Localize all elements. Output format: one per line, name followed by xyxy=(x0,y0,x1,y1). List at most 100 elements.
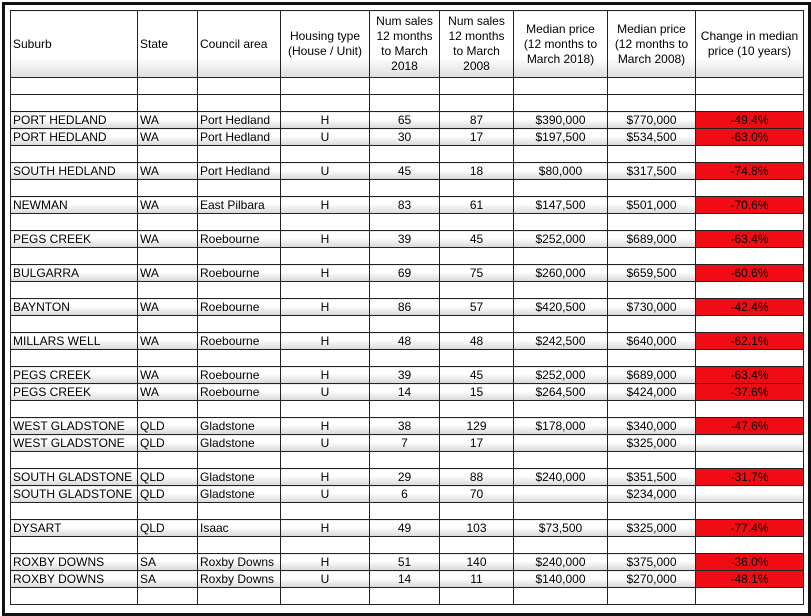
empty-cell xyxy=(10,587,138,605)
spacer-row xyxy=(10,179,804,197)
housing-type-cell: H xyxy=(280,366,370,384)
empty-cell xyxy=(280,77,370,95)
housing-type-cell: H xyxy=(280,332,370,350)
council-area-cell: Gladstone xyxy=(197,468,281,486)
housing-type-cell: H xyxy=(280,553,370,571)
empty-cell xyxy=(513,400,608,418)
empty-cell xyxy=(369,315,440,333)
column-header: Num sales 12 months to March 2018 xyxy=(369,10,440,78)
sales-2018-cell: 48 xyxy=(369,332,440,350)
empty-cell xyxy=(197,536,281,554)
empty-cell xyxy=(10,94,138,112)
table-row: MILLARS WELL WA Roebourne H 48 48 $242,500 $640… xyxy=(10,332,804,350)
empty-cell xyxy=(10,247,138,265)
change-cell: -48.1% xyxy=(695,570,804,588)
change-cell: -63.4% xyxy=(695,230,804,248)
empty-cell xyxy=(197,77,281,95)
suburb-cell: SOUTH GLADSTONE xyxy=(10,485,138,503)
empty-cell xyxy=(607,349,696,367)
sales-2018-cell: 6 xyxy=(369,485,440,503)
median-2018-cell: $264,500 xyxy=(513,383,608,401)
empty-cell xyxy=(10,451,138,469)
change-cell: -49.4% xyxy=(695,111,804,129)
change-cell: -31.7% xyxy=(695,468,804,486)
median-2018-cell: $420,500 xyxy=(513,298,608,316)
sales-2018-cell: 69 xyxy=(369,264,440,282)
change-cell: -74.8% xyxy=(695,162,804,180)
empty-cell xyxy=(137,536,198,554)
median-2008-cell: $689,000 xyxy=(607,230,696,248)
council-area-cell: Port Hedland xyxy=(197,162,281,180)
empty-cell xyxy=(137,400,198,418)
empty-cell xyxy=(369,179,440,197)
empty-cell xyxy=(439,77,514,95)
empty-cell xyxy=(695,536,804,554)
suburb-cell: ROXBY DOWNS xyxy=(10,553,138,571)
empty-cell xyxy=(439,536,514,554)
median-2008-cell: $317,500 xyxy=(607,162,696,180)
suburb-cell: PORT HEDLAND xyxy=(10,128,138,146)
empty-cell xyxy=(607,94,696,112)
empty-cell xyxy=(607,400,696,418)
empty-cell xyxy=(197,349,281,367)
median-2008-cell: $325,000 xyxy=(607,519,696,537)
empty-cell xyxy=(369,400,440,418)
empty-cell xyxy=(369,502,440,520)
empty-cell xyxy=(10,349,138,367)
empty-cell xyxy=(513,349,608,367)
column-header: Housing type (House / Unit) xyxy=(280,10,370,78)
median-2008-cell: $351,500 xyxy=(607,468,696,486)
empty-cell xyxy=(695,349,804,367)
sales-2008-cell: 61 xyxy=(439,196,514,214)
table-row: ROXBY DOWNS SA Roxby Downs U 14 11 $140,000 $27… xyxy=(10,570,804,588)
median-2008-cell: $501,000 xyxy=(607,196,696,214)
sales-2008-cell: 17 xyxy=(439,434,514,452)
empty-cell xyxy=(695,281,804,299)
empty-cell xyxy=(439,94,514,112)
empty-cell xyxy=(695,179,804,197)
empty-cell xyxy=(513,502,608,520)
sales-2018-cell: 30 xyxy=(369,128,440,146)
spacer-row xyxy=(10,315,804,333)
empty-cell xyxy=(137,315,198,333)
sales-2008-cell: 15 xyxy=(439,383,514,401)
median-2008-cell: $340,000 xyxy=(607,417,696,435)
suburb-cell: BAYNTON xyxy=(10,298,138,316)
table-row: WEST GLADSTONE QLD Gladstone H 38 129 $178,000… xyxy=(10,417,804,435)
median-2018-cell: $73,500 xyxy=(513,519,608,537)
suburb-cell: NEWMAN xyxy=(10,196,138,214)
median-2018-cell xyxy=(513,434,608,452)
empty-cell xyxy=(10,77,138,95)
empty-cell xyxy=(513,281,608,299)
empty-cell xyxy=(197,281,281,299)
table-row: WEST GLADSTONE QLD Gladstone U 7 17 $325,000 xyxy=(10,434,804,452)
empty-cell xyxy=(369,145,440,163)
empty-cell xyxy=(513,94,608,112)
sales-2018-cell: 39 xyxy=(369,366,440,384)
empty-cell xyxy=(513,315,608,333)
empty-cell xyxy=(10,179,138,197)
median-2018-cell: $252,000 xyxy=(513,366,608,384)
sales-2008-cell: 75 xyxy=(439,264,514,282)
change-cell: -62.1% xyxy=(695,332,804,350)
table-row: SOUTH HEDLAND WA Port Hedland U 45 18 $80,000 $… xyxy=(10,162,804,180)
spacer-row xyxy=(10,502,804,520)
state-cell: QLD xyxy=(137,434,198,452)
empty-cell xyxy=(10,400,138,418)
state-cell: SA xyxy=(137,553,198,571)
median-2018-cell: $260,000 xyxy=(513,264,608,282)
empty-cell xyxy=(280,349,370,367)
council-area-cell: Roebourne xyxy=(197,332,281,350)
spacer-row xyxy=(10,247,804,265)
change-cell: -42.4% xyxy=(695,298,804,316)
empty-cell xyxy=(439,451,514,469)
suburb-cell: SOUTH GLADSTONE xyxy=(10,468,138,486)
state-cell: WA xyxy=(137,298,198,316)
empty-cell xyxy=(607,587,696,605)
empty-cell xyxy=(137,451,198,469)
sales-2018-cell: 45 xyxy=(369,162,440,180)
council-area-cell: Roebourne xyxy=(197,230,281,248)
median-2018-cell: $178,000 xyxy=(513,417,608,435)
state-cell: QLD xyxy=(137,468,198,486)
empty-cell xyxy=(695,587,804,605)
